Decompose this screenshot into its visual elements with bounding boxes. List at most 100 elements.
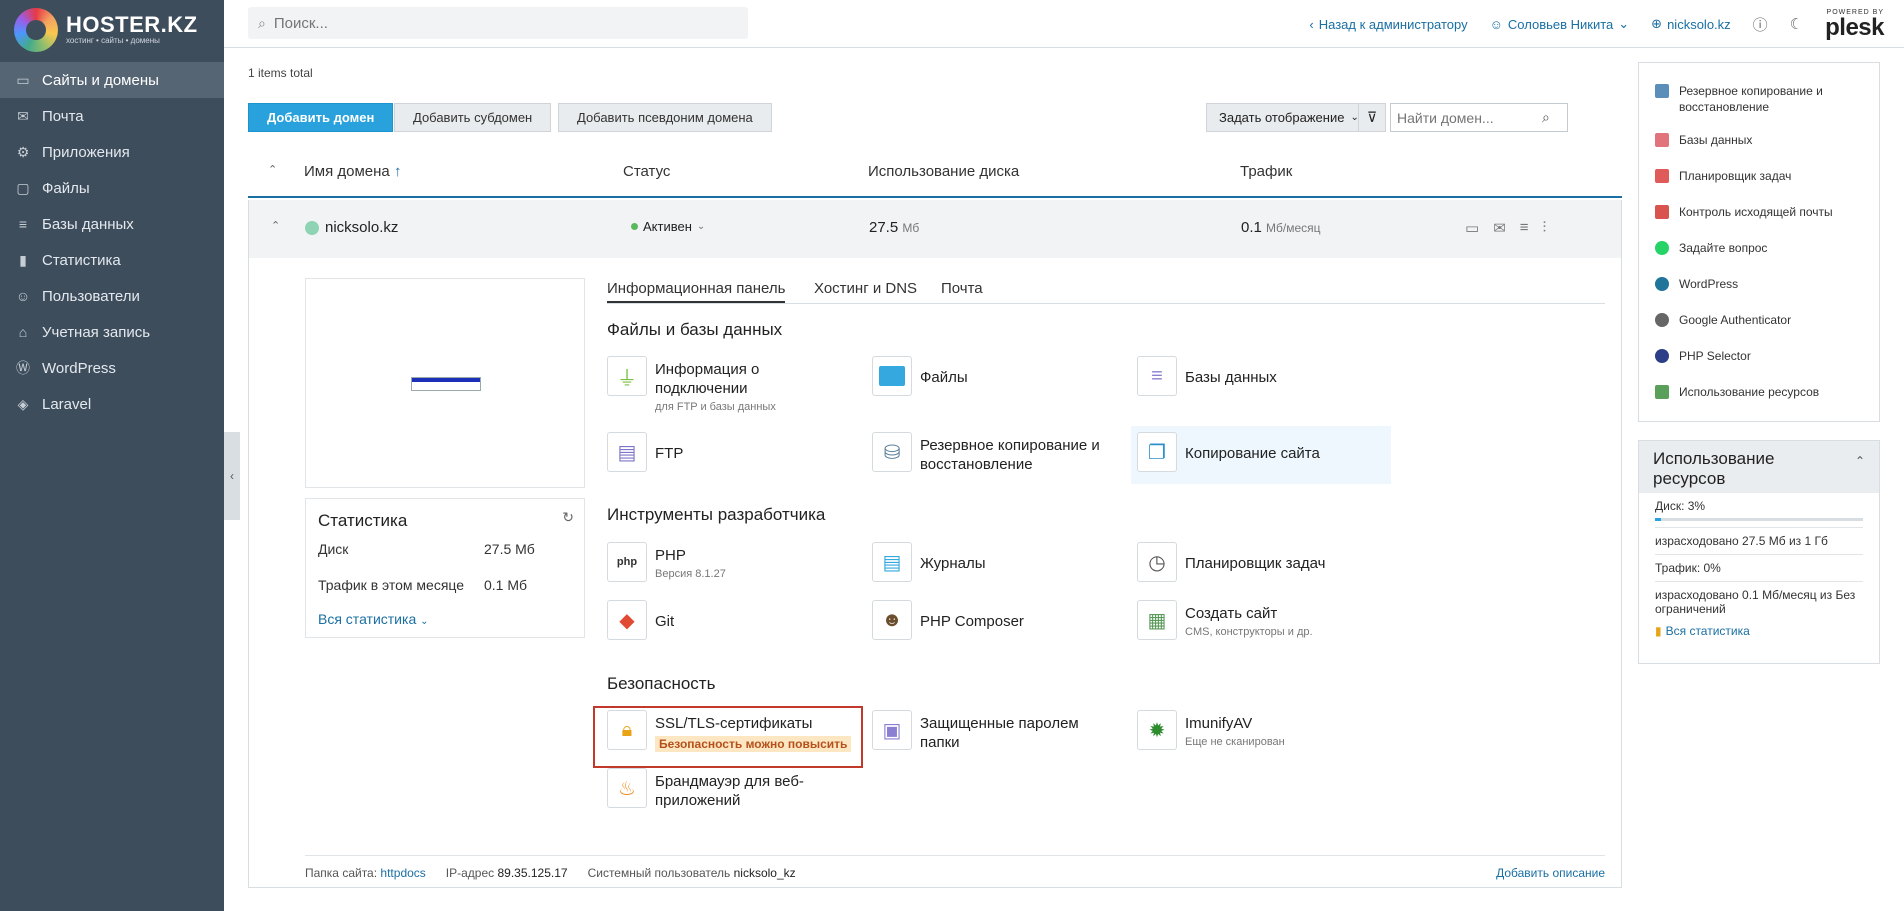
back-to-admin-label: Назад к администратору	[1318, 16, 1468, 32]
quick-link-outgoing-mail[interactable]: Контроль исходящей почты	[1655, 204, 1865, 220]
site-link[interactable]: ⊕ nicksolo.kz	[1651, 16, 1730, 32]
tool-git[interactable]: ◆ Git	[601, 594, 861, 652]
database-icon[interactable]: ≡	[1520, 219, 1529, 237]
quick-link-ask-question[interactable]: Задайте вопрос	[1655, 240, 1865, 256]
sidebar-item-statistics[interactable]: ▮ Статистика	[0, 242, 224, 278]
user-icon: ☺	[1489, 16, 1503, 32]
add-alias-button[interactable]: Добавить псевдоним домена	[558, 103, 772, 132]
sidebar-item-mail[interactable]: ✉ Почта	[0, 98, 224, 134]
sidebar-item-apps[interactable]: ⚙ Приложения	[0, 134, 224, 170]
global-search-input[interactable]	[273, 14, 714, 32]
site-folder-link[interactable]: httpdocs	[380, 866, 425, 880]
add-description-link[interactable]: Добавить описание	[1496, 866, 1605, 880]
view-settings-button[interactable]: Задать отображение ⌄	[1206, 103, 1372, 132]
domain-search[interactable]: ⌕	[1390, 103, 1568, 132]
sidebar-item-databases[interactable]: ≡ Базы данных	[0, 206, 224, 242]
col-domain-name[interactable]: Имя домена ↑	[304, 163, 401, 180]
domain-search-input[interactable]	[1397, 109, 1542, 126]
quick-link-authenticator[interactable]: Google Authenticator	[1655, 312, 1865, 328]
sidebar-item-users[interactable]: ☺ Пользователи	[0, 278, 224, 314]
sidebar-item-account[interactable]: ⌂ Учетная запись	[0, 314, 224, 350]
tab-mail[interactable]: Почта	[941, 280, 983, 301]
quick-link-backup[interactable]: Резервное копирование и восстановление	[1655, 83, 1865, 115]
mail-icon[interactable]: ✉	[1493, 219, 1506, 237]
tool-name: Информация о подключении	[655, 361, 760, 397]
disk-usage-bar	[1655, 518, 1863, 521]
quick-link-resource-usage[interactable]: Использование ресурсов	[1655, 384, 1865, 400]
tab-hosting-dns[interactable]: Хостинг и DNS	[814, 280, 917, 301]
add-subdomain-button[interactable]: Добавить субдомен	[394, 103, 552, 132]
status-dot-icon	[631, 223, 638, 230]
ip-value: 89.35.125.17	[497, 866, 568, 880]
quick-link-wordpress[interactable]: WordPress	[1655, 276, 1865, 292]
database-icon: ≡	[18, 216, 28, 232]
quick-link-label: PHP Selector	[1679, 349, 1751, 363]
domain-name-cell[interactable]: nicksolo.kz	[305, 219, 398, 236]
quick-link-scheduler[interactable]: Планировщик задач	[1655, 168, 1865, 184]
global-search[interactable]: ⌕	[248, 7, 748, 39]
disk-used: израсходовано 27.5 Мб из 1 Гб	[1655, 528, 1863, 555]
log-file-icon: ▤	[872, 542, 912, 582]
resource-usage-header[interactable]: Использование ресурсов ⌃	[1639, 441, 1879, 493]
section-security: Безопасность	[607, 674, 716, 693]
table-row[interactable]: ⌃ nicksolo.kz Активен ⌄ 27.5 Мб 0.1 Мб/м…	[248, 200, 1622, 258]
site-preview[interactable]	[305, 278, 585, 488]
sidebar-item-laravel[interactable]: ◈ Laravel	[0, 386, 224, 422]
laravel-icon: ◈	[17, 395, 29, 412]
flame-icon: ♨	[607, 768, 647, 808]
quick-link-label: Контроль исходящей почты	[1679, 205, 1833, 219]
chevron-up-icon[interactable]: ⌃	[271, 219, 280, 232]
col-traffic[interactable]: Трафик	[1240, 163, 1292, 180]
tool-site-copy[interactable]: ❐ Копирование сайта	[1131, 426, 1391, 484]
col-status[interactable]: Статус	[623, 163, 670, 180]
user-menu[interactable]: ☺ Соловьев Никита ⌄	[1490, 16, 1630, 32]
quick-link-databases[interactable]: Базы данных	[1655, 132, 1865, 148]
gear-icon: ⚙	[16, 143, 30, 160]
chevron-down-icon: ⌄	[420, 616, 429, 627]
tool-waf[interactable]: ♨ Брандмауэр для веб-приложений	[601, 762, 861, 820]
tool-ssl[interactable]: 🔒︎ SSL/TLS-сертификаты Безопасность можно…	[601, 704, 861, 762]
help-icon[interactable]: ⓘ	[1753, 14, 1768, 35]
backup-icon: ⛁	[872, 432, 912, 472]
disk-usage-label: Диск: 3%	[1655, 499, 1706, 513]
add-domain-button[interactable]: Добавить домен	[248, 103, 394, 132]
tool-imunify[interactable]: ✹ ImunifyAV Еще не сканирован	[1131, 704, 1391, 762]
all-stats-link-right[interactable]: ▮ Вся статистика	[1655, 622, 1863, 638]
tool-ftp[interactable]: ▤ FTP	[601, 426, 861, 484]
domain-details-panel: Статистика ↻ Диск 27.5 Мб Трафик в этом …	[248, 258, 1622, 888]
chevron-up-icon[interactable]: ⌃	[1855, 451, 1865, 471]
sort-arrow-icon: ↑	[393, 163, 402, 180]
user-icon: ☺	[15, 288, 31, 304]
moon-icon[interactable]: ☾	[1790, 15, 1803, 33]
quick-link-php-selector[interactable]: PHP Selector	[1655, 348, 1865, 364]
back-to-admin-link[interactable]: ‹ Назад к администратору	[1309, 17, 1467, 32]
tool-files[interactable]: Файлы	[866, 350, 1126, 408]
tool-composer[interactable]: ☻ PHP Composer	[866, 594, 1126, 652]
tool-create-site[interactable]: ▦ Создать сайт CMS, конструкторы и др.	[1131, 594, 1391, 652]
tab-dashboard[interactable]: Информационная панель	[607, 280, 786, 303]
logo[interactable]: HOSTER.KZ хостинг • сайты • домены	[0, 0, 224, 60]
refresh-icon[interactable]: ↻	[562, 509, 574, 526]
sidebar-item-files[interactable]: ▢ Файлы	[0, 170, 224, 206]
status-dropdown[interactable]: Активен ⌄	[631, 219, 705, 234]
folder-icon[interactable]: ▭	[1465, 219, 1479, 237]
sidebar: HOSTER.KZ хостинг • сайты • домены ▭ Сайт…	[0, 0, 224, 911]
logo-icon	[14, 8, 58, 52]
sidebar-collapse-handle[interactable]: ‹	[224, 432, 240, 520]
site-folder: Папка сайта: httpdocs	[305, 866, 426, 880]
tool-php[interactable]: php PHP Версия 8.1.27	[601, 536, 861, 594]
tool-databases[interactable]: ≡ Базы данных	[1131, 350, 1391, 408]
col-disk[interactable]: Использование диска	[868, 163, 1019, 180]
tool-connection-info[interactable]: ⏚ Информация о подключении для FTP и базы…	[601, 350, 861, 413]
tool-scheduler[interactable]: ◷ Планировщик задач	[1131, 536, 1391, 594]
settings-sliders-icon[interactable]: ⫶	[1543, 219, 1547, 237]
php-icon: php	[607, 542, 647, 582]
sidebar-item-sites[interactable]: ▭ Сайты и домены	[0, 62, 224, 98]
tool-backup[interactable]: ⛁ Резервное копирование и восстановление	[866, 426, 1126, 484]
tool-logs[interactable]: ▤ Журналы	[866, 536, 1126, 594]
collapse-all-icon[interactable]: ⌃	[268, 163, 277, 176]
all-stats-link[interactable]: Вся статистика ⌄	[318, 611, 429, 627]
sidebar-item-wordpress[interactable]: Ⓦ WordPress	[0, 350, 224, 386]
tool-protected-dirs[interactable]: ▣ Защищенные паролем папки	[866, 704, 1126, 762]
filter-button[interactable]: ⊽	[1358, 103, 1386, 132]
